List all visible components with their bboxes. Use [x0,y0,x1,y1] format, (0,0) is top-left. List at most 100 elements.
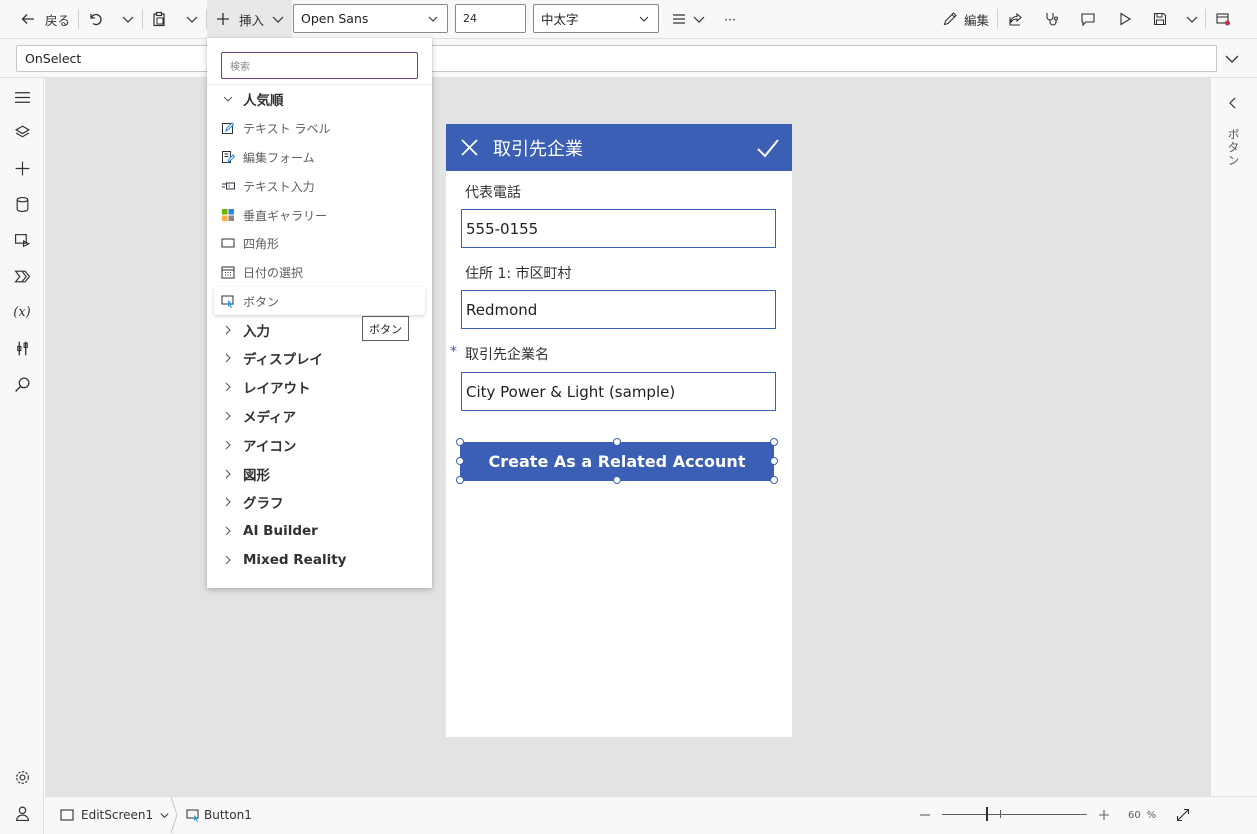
zoom-slider[interactable] [942,797,1087,833]
chevron-down-icon [427,13,439,25]
menu-item-text-label[interactable]: テキスト ラベル [207,114,432,142]
database-icon[interactable] [12,194,32,214]
resize-handle[interactable] [456,438,464,446]
form-title: 取引先企業 [493,139,583,160]
publish-button[interactable] [1215,0,1231,38]
font-size-input[interactable]: 24 [455,4,526,33]
city-field[interactable]: Redmond [461,290,776,329]
resize-handle[interactable] [456,457,464,465]
font-family-select[interactable]: Open Sans [293,4,448,33]
edit-button[interactable]: 編集 [942,0,989,38]
resize-handle[interactable] [770,476,778,484]
variables-icon[interactable]: (x) [12,302,32,322]
settings-icon[interactable] [12,767,32,787]
chevron-down-icon [120,11,136,27]
category-shapes[interactable]: 図形 [207,460,432,488]
phone-field[interactable]: 555-0155 [461,209,776,248]
resize-handle[interactable] [770,457,778,465]
chevron-right-icon [220,322,235,337]
power-automate-icon[interactable] [12,266,32,286]
formula-bar: OnSelect [0,39,1257,78]
category-layout[interactable]: レイアウト [207,373,432,401]
plus-icon [1099,810,1109,820]
text-align-icon [671,11,687,27]
chevron-down-icon [691,11,707,27]
expand-icon [1176,808,1190,822]
paste-menu-button[interactable] [184,0,200,38]
insert-button[interactable]: 挿入 [207,0,293,38]
comments-button[interactable] [1080,0,1096,38]
control-selector[interactable]: Button1 [186,797,252,833]
font-weight-select[interactable]: 中太字 [533,4,659,33]
resize-handle[interactable] [770,438,778,446]
more-button[interactable]: ··· [724,0,736,38]
virtual-agent-icon[interactable] [12,803,32,823]
save-menu-button[interactable] [1184,0,1200,38]
menu-item-vertical-gallery[interactable]: 垂直ギャラリー [207,201,432,229]
zoom-readout: 60 % [1128,797,1156,833]
phone-label: 代表電話 [465,185,521,201]
zoom-in-button[interactable] [1097,797,1111,833]
chevron-right-icon [220,552,235,567]
preview-button[interactable] [1117,0,1133,38]
properties-pane-label[interactable]: ボタン [1225,128,1242,167]
category-media[interactable]: メディア [207,402,432,430]
category-mixed-reality[interactable]: Mixed Reality [207,546,432,574]
checkmark-icon[interactable] [756,137,780,159]
status-bar: EditScreen1 Button1 60 % [45,796,1257,834]
tools-icon[interactable] [12,338,32,358]
menu-item-edit-form[interactable]: 編集フォーム [207,143,432,171]
save-button[interactable] [1152,0,1168,38]
resize-handle[interactable] [613,438,621,446]
chevron-right-icon [220,494,235,509]
undo-menu-button[interactable] [120,0,136,38]
resize-handle[interactable] [456,476,464,484]
app-screen[interactable]: 取引先企業 代表電話 555-0155 住所 1: 市区町村 Redmond *… [446,124,792,737]
fit-to-window-button[interactable] [1176,797,1190,833]
category-ai-builder[interactable]: AI Builder [207,517,432,545]
menu-item-label: 編集フォーム [243,150,315,165]
layers-icon[interactable] [12,122,32,142]
control-name: Button1 [204,808,252,822]
category-popular[interactable]: 人気順 [207,85,432,113]
expand-pane-button[interactable] [1226,96,1240,110]
back-label: 戻る [45,12,71,28]
expand-formula-button[interactable] [1224,51,1240,67]
close-icon[interactable] [460,138,479,157]
back-button[interactable]: 戻る [20,0,70,38]
align-button[interactable] [671,0,707,38]
menu-item-label: 四角形 [243,236,280,251]
menu-item-date-picker[interactable]: 日付の選択 [207,258,432,286]
category-charts[interactable]: グラフ [207,488,432,516]
category-display[interactable]: ディスプレイ [207,344,432,372]
screen-selector[interactable]: EditScreen1 [60,797,170,833]
insert-search-input[interactable]: 検索 [221,52,418,79]
add-icon[interactable] [12,158,32,178]
property-selector[interactable]: OnSelect [16,45,216,72]
app-checker-button[interactable] [1044,0,1060,38]
chevron-down-icon [220,91,235,106]
menu-icon[interactable] [12,87,32,107]
category-label: レイアウト [243,381,311,397]
more-label: ··· [724,11,736,27]
button-icon [220,293,235,308]
zoom-out-button[interactable] [918,797,932,833]
account-name-field[interactable]: City Power & Light (sample) [461,372,776,411]
zoom-value: 60 [1128,809,1141,821]
menu-item-rectangle[interactable]: 四角形 [207,229,432,257]
form-header: 取引先企業 [446,124,792,171]
menu-item-text-input[interactable]: テキスト入力 [207,172,432,200]
font-size-value: 24 [463,12,477,25]
resize-handle[interactable] [613,476,621,484]
search-icon[interactable] [12,374,32,394]
text-input-icon [220,178,235,193]
toolbar-divider [997,9,998,29]
paste-button[interactable] [151,0,167,38]
menu-item-button[interactable]: ボタン [214,287,425,315]
share-button[interactable] [1008,0,1024,38]
property-value: OnSelect [25,51,82,66]
zoom-thumb[interactable] [986,807,988,821]
category-icons[interactable]: アイコン [207,431,432,459]
media-icon[interactable] [12,230,32,250]
undo-button[interactable] [87,0,103,38]
